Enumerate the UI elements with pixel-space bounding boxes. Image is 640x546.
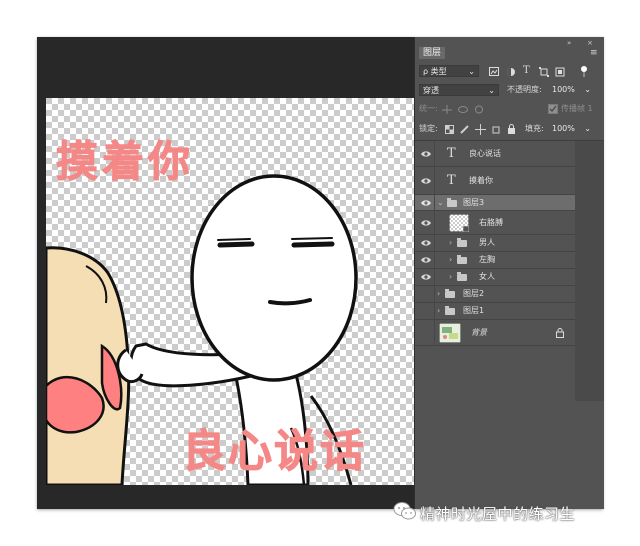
layer-row[interactable]: › 图层2 <box>415 286 575 303</box>
chevron-right-icon[interactable]: › <box>437 306 440 316</box>
layer-row[interactable]: 右胳膊 <box>415 211 575 235</box>
chevron-down-icon[interactable]: ⌄ <box>437 198 444 208</box>
layer-name[interactable]: 女人 <box>479 272 495 282</box>
tab-layers[interactable]: 图层 <box>419 47 446 59</box>
lock-image-pixels-icon[interactable] <box>460 125 469 134</box>
unify-label: 统一: <box>419 104 438 113</box>
layer-name[interactable]: 图层1 <box>463 306 484 316</box>
visibility-eye-icon[interactable] <box>420 148 432 160</box>
document-canvas[interactable]: 摸着你 良心说话 <box>44 98 414 487</box>
text-layer-icon: T <box>447 146 456 161</box>
filter-smart-object-icon[interactable] <box>555 67 565 77</box>
folder-icon <box>445 289 455 298</box>
fill-field[interactable]: 100% ⌄ <box>549 123 591 135</box>
layer-row[interactable]: T 良心说话 <box>415 141 575 167</box>
layer-row[interactable]: 背景 <box>415 320 575 346</box>
unify-position-icon[interactable] <box>442 105 452 114</box>
layer-thumbnail <box>439 323 461 343</box>
layer-row[interactable]: ⌄ 图层3 <box>415 195 575 211</box>
folder-icon <box>457 272 467 281</box>
visibility-eye-icon[interactable] <box>420 175 432 187</box>
lock-label: 锁定: <box>419 124 438 133</box>
unify-visibility-icon[interactable] <box>458 105 468 114</box>
filter-shape-icon[interactable] <box>539 67 549 77</box>
opacity-label: 不透明度: <box>507 85 542 94</box>
chevron-down-icon: ⌄ <box>584 124 591 133</box>
layer-row[interactable]: › 图层1 <box>415 303 575 320</box>
opacity-field[interactable]: 100% ⌄ <box>549 84 591 96</box>
lock-position-icon[interactable] <box>475 124 486 135</box>
man-head <box>190 174 358 382</box>
collapse-panel-icon[interactable]: » <box>567 37 571 49</box>
visibility-eye-icon[interactable] <box>420 237 432 249</box>
filter-kind-select[interactable]: ρ 类型 ⌄ <box>419 65 479 77</box>
visibility-eye-icon[interactable] <box>420 217 432 229</box>
wechat-icon <box>393 502 416 520</box>
canvas-text-bottom: 良心说话 <box>182 426 366 477</box>
layer-name[interactable]: 图层2 <box>463 289 484 299</box>
chevron-down-icon: ⌄ <box>488 86 495 95</box>
layer-name[interactable]: 背景 <box>471 328 487 338</box>
layer-thumbnail <box>449 214 469 232</box>
filter-pixel-icon[interactable] <box>489 67 499 76</box>
folder-icon <box>457 255 467 264</box>
visibility-eye-icon[interactable] <box>420 271 432 283</box>
watermark: 精神时光屋中的练习生 <box>393 496 633 526</box>
propagate-frame-label: 传播帧 1 <box>561 104 593 113</box>
layer-row[interactable]: › 女人 <box>415 269 575 286</box>
visibility-eye-icon[interactable] <box>420 254 432 266</box>
lock-artboard-icon[interactable] <box>491 125 501 134</box>
layer-row[interactable]: T 摸着你 <box>415 167 575 195</box>
chevron-right-icon[interactable]: › <box>437 289 440 299</box>
layers-panel: » × 图层 ≡ ρ 类型 ⌄ T 穿透 ⌄ 不透明度: 100% ⌄ 统一: … <box>414 37 604 509</box>
canvas-area[interactable]: 摸着你 良心说话 <box>37 37 414 509</box>
canvas-text-top: 摸着你 <box>56 137 194 186</box>
lock-transparent-pixels-icon[interactable] <box>445 125 454 134</box>
visibility-eye-icon[interactable] <box>420 197 432 209</box>
chevron-down-icon: ⌄ <box>468 67 475 76</box>
propagate-frame-checkbox[interactable] <box>548 104 558 114</box>
chevron-right-icon[interactable]: › <box>449 255 452 265</box>
layers-scrollbar[interactable] <box>575 141 604 401</box>
layer-name[interactable]: 良心说话 <box>469 149 501 159</box>
layer-name[interactable]: 男人 <box>479 238 495 248</box>
lock-icon <box>556 328 564 338</box>
watermark-text: 精神时光屋中的练习生 <box>420 505 576 523</box>
photoshop-window: 摸着你 良心说话 » × 图层 ≡ ρ 类型 ⌄ T 穿透 ⌄ 不透明度: 10… <box>37 37 604 509</box>
layer-row[interactable]: › 男人 <box>415 235 575 252</box>
folder-icon <box>447 198 457 207</box>
artwork: 摸着你 良心说话 <box>44 98 414 487</box>
folder-icon <box>445 306 455 315</box>
layer-row[interactable]: › 左胸 <box>415 252 575 269</box>
layer-name[interactable]: 图层3 <box>463 198 484 208</box>
chevron-right-icon[interactable]: › <box>449 272 452 282</box>
chevron-right-icon[interactable]: › <box>449 238 452 248</box>
lock-all-icon[interactable] <box>507 124 516 134</box>
chevron-down-icon: ⌄ <box>584 85 591 94</box>
panel-menu-icon[interactable]: ≡ <box>590 47 598 59</box>
layer-name[interactable]: 摸着你 <box>469 176 493 186</box>
unify-style-icon[interactable] <box>474 105 484 114</box>
filter-toggle-icon[interactable] <box>580 66 588 78</box>
folder-icon <box>457 238 467 247</box>
layer-name[interactable]: 左胸 <box>479 255 495 265</box>
fill-label: 填充: <box>525 124 544 133</box>
filter-adjustment-icon[interactable] <box>506 67 516 77</box>
layer-name[interactable]: 右胳膊 <box>479 218 503 228</box>
filter-type-icon[interactable]: T <box>523 65 530 77</box>
text-layer-icon: T <box>447 173 456 188</box>
blend-mode-select[interactable]: 穿透 ⌄ <box>419 84 499 96</box>
